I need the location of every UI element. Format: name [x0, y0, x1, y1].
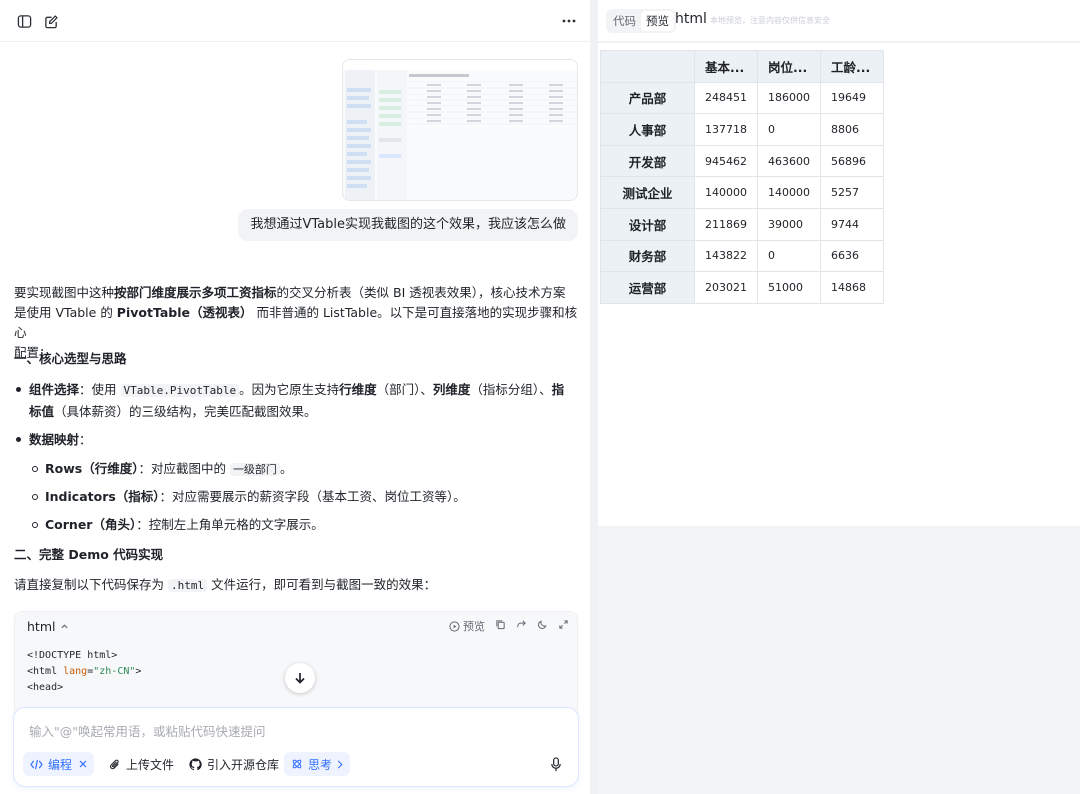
pivot-value-cell[interactable]: 463600	[757, 144, 821, 178]
app-root: 我想通过VTable实现我截图的这个效果，我应该怎么做 要实现截图中这种按部门维…	[0, 0, 1080, 794]
pivot-row-header[interactable]: 产品部	[600, 81, 695, 115]
pane-divider[interactable]	[590, 0, 598, 794]
remove-chip-close-icon[interactable]	[79, 757, 87, 771]
preview-file-title: html	[675, 11, 707, 27]
pivot-value-cell[interactable]: 186000	[757, 81, 821, 115]
chat-pane: 我想通过VTable实现我截图的这个效果，我应该怎么做 要实现截图中这种按部门维…	[0, 0, 590, 794]
pivot-value-cell[interactable]: 39000	[757, 207, 821, 241]
pivot-value-cell[interactable]: 211869	[694, 207, 758, 241]
pivot-value-cell[interactable]: 137718	[694, 113, 758, 146]
pivot-table: 基本... 岗位... 工龄... 产品部 248451 186000 19649 人事部 13…	[600, 50, 884, 304]
pivot-value-cell[interactable]: 51000	[757, 271, 821, 304]
pivot-value-cell[interactable]: 14868	[820, 271, 884, 304]
pivot-row-header[interactable]: 测试企业	[600, 176, 695, 209]
pivot-value-cell[interactable]: 143822	[694, 239, 758, 273]
code-language-label: html	[27, 618, 56, 634]
pivot-value-cell[interactable]: 56896	[820, 144, 884, 178]
preview-code-button[interactable]: 预览	[449, 618, 485, 634]
user-screenshot-thumbnail[interactable]	[342, 59, 578, 201]
bullet-data-mapping: 数据映射：	[16, 429, 92, 450]
pivot-row-header[interactable]: 人事部	[600, 113, 695, 146]
pivot-row: 开发部 945462 463600 56896	[600, 144, 884, 178]
voice-input-button[interactable]	[544, 752, 568, 776]
pivot-value-cell[interactable]: 6636	[820, 239, 884, 273]
pivot-row-header[interactable]: 财务部	[600, 239, 695, 273]
pivot-value-cell[interactable]: 140000	[694, 176, 758, 209]
bullet-dot	[16, 387, 21, 392]
pivot-column-header[interactable]: 工龄...	[820, 50, 884, 83]
pivot-value-cell[interactable]: 19649	[820, 81, 884, 115]
new-chat-icon[interactable]	[40, 10, 62, 32]
user-message-bubble: 我想通过VTable实现我截图的这个效果，我应该怎么做	[238, 209, 578, 241]
github-icon	[189, 757, 202, 770]
pivot-header-row: 基本... 岗位... 工龄...	[600, 50, 884, 83]
pivot-value-cell[interactable]: 5257	[820, 176, 884, 209]
pivot-value-cell[interactable]: 9744	[820, 207, 884, 241]
pivot-row-header[interactable]: 设计部	[600, 207, 695, 241]
pivot-value-cell[interactable]: 0	[757, 239, 821, 273]
microphone-icon	[551, 756, 561, 771]
code-brackets-icon	[30, 759, 43, 769]
sidebar-toggle-icon[interactable]	[13, 10, 35, 32]
pivot-row: 人事部 137718 0 8806	[600, 113, 884, 146]
pivot-column-header[interactable]: 基本...	[694, 50, 758, 83]
pivot-value-cell[interactable]: 8806	[820, 113, 884, 146]
chevron-right-icon	[337, 760, 343, 768]
deep-think-toggle[interactable]: 思考	[284, 752, 351, 776]
pivot-row: 财务部 143822 0 6636	[600, 239, 884, 273]
view-mode-switch: 代码 预览	[606, 9, 676, 33]
preview-pane: 代码 预览 html 本地预览，注意内容仅供信息安全 基本... 岗位... 工龄.…	[598, 0, 1080, 794]
atom-icon	[292, 759, 302, 769]
pivot-column-header[interactable]: 岗位...	[757, 50, 821, 83]
code-line: <!DOCTYPE html>	[27, 650, 118, 661]
chat-input-placeholder[interactable]: 输入"@"唤起常用语，或粘贴代码快速提问	[29, 721, 266, 740]
pivot-value-cell[interactable]: 203021	[694, 271, 758, 304]
import-repo-button[interactable]: 引入开源仓库	[182, 752, 286, 776]
bullet-component-choice: 组件选择：使用 VTable.PivotTable 。因为它原生支持行维度（部门）…	[16, 379, 578, 422]
pivot-value-cell[interactable]: 140000	[757, 176, 821, 209]
share-icon[interactable]	[516, 619, 527, 633]
expand-icon[interactable]	[558, 619, 569, 633]
sub-bullet-ring	[32, 522, 38, 528]
chat-input-box[interactable]: 输入"@"唤起常用语，或粘贴代码快速提问 编程 上传文件 引入开源仓库 思考	[13, 707, 579, 787]
pivot-row: 运营部 203021 51000 14868	[600, 271, 884, 304]
sub-bullet-corner: Corner（角头）：控制左上角单元格的文字展示。	[32, 514, 324, 535]
sub-bullet-rows: Rows（行维度）：对应截图中的 一级部门。	[32, 458, 292, 480]
preview-toolbar: 代码 预览 html 本地预览，注意内容仅供信息安全	[598, 0, 1080, 42]
paperclip-icon	[110, 759, 119, 769]
upload-file-button[interactable]: 上传文件	[102, 752, 181, 776]
sub-bullet-ring	[32, 494, 38, 500]
pivot-row: 设计部 211869 39000 9744	[600, 207, 884, 241]
tab-code[interactable]: 代码	[608, 11, 641, 31]
pivot-row: 产品部 248451 186000 19649	[600, 81, 884, 115]
pivot-value-cell[interactable]: 0	[757, 113, 821, 146]
preview-canvas: 基本... 岗位... 工龄... 产品部 248451 186000 19649 人事部 13…	[598, 43, 1080, 526]
tab-preview[interactable]: 预览	[641, 11, 674, 31]
code-block-actions: 预览	[449, 618, 569, 634]
pivot-row-header[interactable]: 运营部	[600, 271, 695, 304]
chip-code-mode[interactable]: 编程	[23, 752, 95, 776]
sub-bullet-ring	[32, 466, 38, 472]
pivot-row: 测试企业 140000 140000 5257	[600, 176, 884, 209]
arrow-down-icon	[295, 673, 305, 684]
copy-icon[interactable]	[495, 619, 506, 633]
bullet-dot	[16, 437, 21, 442]
answer-instruction: 请直接复制以下代码保存为 .html 文件运行，即可看到与截图一致的效果：	[14, 577, 437, 592]
sub-bullet-indicators: Indicators（指标）：对应需要展示的薪资字段（基本工资、岗位工资等）。	[32, 486, 466, 507]
pivot-corner-cell	[600, 50, 695, 83]
section-heading-2: 二、完整 Demo 代码实现	[14, 547, 164, 562]
section-heading-1: 一、核心选型与思路	[14, 351, 127, 366]
preview-notice: 本地预览，注意内容仅供信息安全	[710, 16, 830, 25]
pivot-value-cell[interactable]: 248451	[694, 81, 758, 115]
play-icon	[449, 620, 460, 632]
collapse-chevron-icon[interactable]	[60, 619, 69, 634]
scroll-to-bottom-button[interactable]	[285, 663, 315, 693]
chat-toolbar	[0, 0, 590, 42]
pivot-row-header[interactable]: 开发部	[600, 144, 695, 178]
more-options-icon[interactable]	[558, 10, 580, 32]
pivot-value-cell[interactable]: 945462	[694, 144, 758, 178]
theme-moon-icon[interactable]	[537, 619, 548, 633]
